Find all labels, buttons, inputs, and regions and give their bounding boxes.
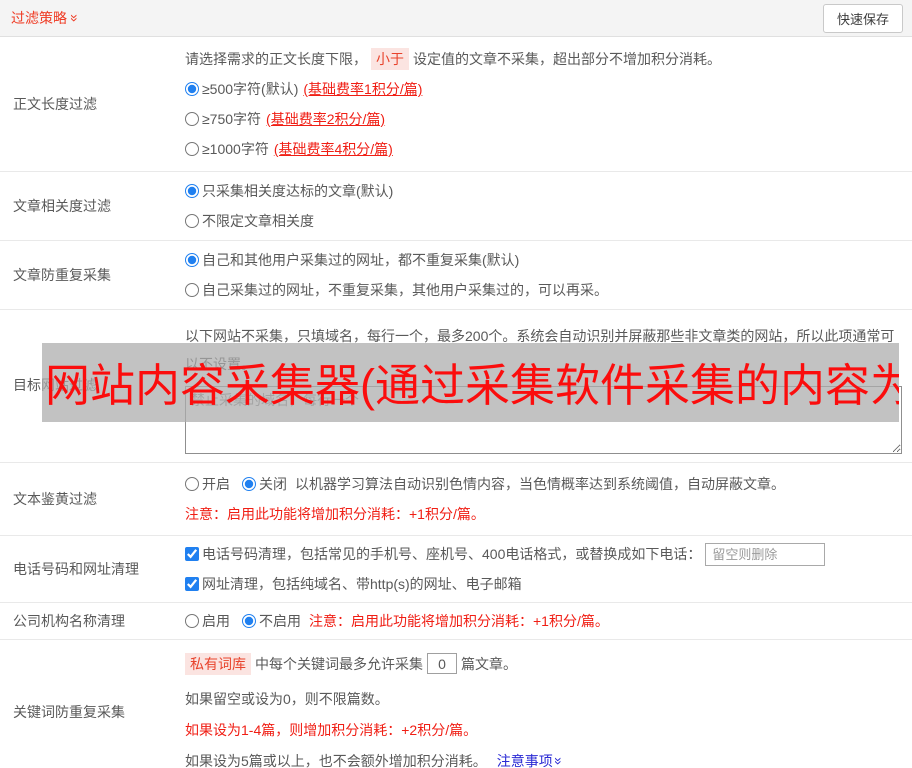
row-content-porn-filter: 开启 关闭 以机器学习算法自动识别色情内容，当色情概率达到系统阈值，自动屏蔽文章… <box>185 469 912 529</box>
radio-label-porn-off: 关闭 <box>259 476 287 492</box>
page-title-label: 过滤策略 <box>11 10 67 26</box>
row-content-company-clean: 启用 不启用 注意：启用此功能将增加积分消耗：+1积分/篇。 <box>185 606 912 636</box>
row-content-dedupe-collection: 自己和其他用户采集过的网址，都不重复采集(默认) 自己采集过的网址，不重复采集，… <box>185 245 912 305</box>
keyword-note-fee: 如果设为1-4篇，则增加积分消耗：+2积分/篇。 <box>185 721 478 738</box>
radio-label-company-on: 启用 <box>202 613 230 629</box>
fee-note-1000: (基础费率4积分/篇) <box>273 141 393 157</box>
radio-label-company-off: 不启用 <box>259 613 301 629</box>
notes-link[interactable]: 注意事项 » <box>496 751 567 768</box>
phone-clean-checkbox[interactable] <box>185 547 199 561</box>
radio-option-relevance-any[interactable]: 不限定文章相关度 <box>185 211 314 231</box>
radio-label-500: ≥500字符(默认) <box>202 81 299 97</box>
row-content-keyword-dedupe: 私有词库 中每个关键词最多允许采集 篇文章。 如果留空或设为0，则不限篇数。 如… <box>185 648 912 768</box>
radio-label-dedupe-all: 自己和其他用户采集过的网址，都不重复采集(默认) <box>202 252 520 268</box>
row-label-length-filter: 正文长度过滤 <box>13 96 97 112</box>
quick-save-button[interactable]: 快速保存 <box>822 3 903 33</box>
row-relevance-filter: 文章相关度过滤 只采集相关度达标的文章(默认) 不限定文章相关度 <box>0 172 912 241</box>
length-intro-post: 设定值的文章不采集，超出部分不增加积分消耗。 <box>413 51 721 67</box>
keyword-line1-mid: 中每个关键词最多允许采集 <box>255 655 423 672</box>
radio-relevance-any[interactable] <box>185 214 199 228</box>
page-title[interactable]: 过滤策略 » <box>11 8 83 28</box>
radio-option-porn-off[interactable]: 关闭 <box>242 474 287 494</box>
radio-porn-off[interactable] <box>242 477 256 491</box>
radio-company-off[interactable] <box>242 614 256 628</box>
row-content-target-site-filter: 以下网站不采集，只填域名，每行一个，最多200个。系统会自动识别并屏蔽那些非文章… <box>185 316 912 454</box>
row-label-keyword-dedupe: 关键词防重复采集 <box>13 704 125 720</box>
radio-company-on[interactable] <box>185 614 199 628</box>
keyword-note-five: 如果设为5篇或以上，也不会额外增加积分消耗。 <box>185 752 487 768</box>
chevron-down-icon[interactable]: » <box>67 14 83 22</box>
row-label-relevance-filter: 文章相关度过滤 <box>13 198 111 214</box>
row-length-filter: 正文长度过滤 请选择需求的正文长度下限， 小于 设定值的文章不采集，超出部分不增… <box>0 37 912 172</box>
phone-clean-label: 电话号码清理，包括常见的手机号、座机号、400电话格式，或替换成如下电话： <box>202 546 702 562</box>
row-content-length-filter: 请选择需求的正文长度下限， 小于 设定值的文章不采集，超出部分不增加积分消耗。 … <box>185 44 912 164</box>
header-bar: 过滤策略 » 快速保存 <box>0 0 912 37</box>
radio-option-dedupe-all[interactable]: 自己和其他用户采集过的网址，都不重复采集(默认) <box>185 250 519 270</box>
notes-link-label: 注意事项 <box>496 752 553 768</box>
length-option-500: ≥500字符(默认) (基础费率1积分/篇) <box>185 74 902 104</box>
porn-filter-desc: 以机器学习算法自动识别色情内容，当色情概率达到系统阈值，自动屏蔽文章。 <box>295 476 785 492</box>
link-chevron-down-icon: » <box>550 756 567 765</box>
radio-label-dedupe-self: 自己采集过的网址，不重复采集，其他用户采集过的，可以再采。 <box>202 282 608 298</box>
row-keyword-dedupe: 关键词防重复采集 私有词库 中每个关键词最多允许采集 篇文章。 如果留空或设为0… <box>0 640 912 768</box>
keyword-note-zero: 如果留空或设为0，则不限篇数。 <box>185 690 389 707</box>
radio-option-dedupe-self[interactable]: 自己采集过的网址，不重复采集，其他用户采集过的，可以再采。 <box>185 280 608 300</box>
row-label-company-clean: 公司机构名称清理 <box>13 613 125 629</box>
target-site-note: 以下网站不采集，只填域名，每行一个，最多200个。系统会自动识别并屏蔽那些非文章… <box>185 328 895 372</box>
porn-filter-warning: 注意：启用此功能将增加积分消耗：+1积分/篇。 <box>185 506 485 522</box>
private-thesaurus-badge[interactable]: 私有词库 <box>185 652 251 675</box>
url-clean-checkbox[interactable] <box>185 577 199 591</box>
checkbox-option-phone-clean[interactable]: 电话号码清理，包括常见的手机号、座机号、400电话格式，或替换成如下电话： <box>185 544 701 564</box>
radio-length-750[interactable] <box>185 112 199 126</box>
radio-relevance-strict[interactable] <box>185 184 199 198</box>
company-clean-warning: 注意：启用此功能将增加积分消耗：+1积分/篇。 <box>309 613 609 629</box>
radio-option-500[interactable]: ≥500字符(默认) <box>185 79 298 99</box>
row-target-site-filter: 目标网站过滤 以下网站不采集，只填域名，每行一个，最多200个。系统会自动识别并… <box>0 310 912 463</box>
row-label-target-site-filter: 目标网站过滤 <box>13 377 97 393</box>
length-intro-pre: 请选择需求的正文长度下限， <box>185 51 367 67</box>
checkbox-option-url-clean[interactable]: 网址清理，包括纯域名、带http(s)的网址、电子邮箱 <box>185 574 522 594</box>
radio-label-relevance-any: 不限定文章相关度 <box>202 213 314 229</box>
radio-dedupe-all[interactable] <box>185 253 199 267</box>
fee-note-750: (基础费率2积分/篇) <box>266 111 386 127</box>
radio-option-750[interactable]: ≥750字符 <box>185 109 261 129</box>
radio-option-1000[interactable]: ≥1000字符 <box>185 139 269 159</box>
row-label-porn-filter: 文本鉴黄过滤 <box>13 491 97 507</box>
keyword-line1-post: 篇文章。 <box>461 655 517 672</box>
radio-porn-on[interactable] <box>185 477 199 491</box>
filter-settings-page: 过滤策略 » 快速保存 正文长度过滤 请选择需求的正文长度下限， 小于 设定值的… <box>0 0 912 768</box>
radio-dedupe-self[interactable] <box>185 283 199 297</box>
radio-label-1000: ≥1000字符 <box>202 141 269 157</box>
phone-replace-input[interactable] <box>705 542 826 566</box>
blocked-sites-textarea[interactable] <box>185 386 902 454</box>
url-clean-label: 网址清理，包括纯域名、带http(s)的网址、电子邮箱 <box>202 576 522 592</box>
radio-length-500[interactable] <box>185 82 199 96</box>
row-content-phone-url-clean: 电话号码清理，包括常见的手机号、座机号、400电话格式，或替换成如下电话： 网址… <box>185 539 912 599</box>
radio-option-company-off[interactable]: 不启用 <box>242 611 301 631</box>
row-label-phone-url-clean: 电话号码和网址清理 <box>13 561 139 577</box>
length-intro: 请选择需求的正文长度下限， 小于 设定值的文章不采集，超出部分不增加积分消耗。 <box>185 44 902 74</box>
length-option-1000: ≥1000字符 (基础费率4积分/篇) <box>185 134 902 164</box>
length-option-750: ≥750字符 (基础费率2积分/篇) <box>185 104 902 134</box>
fee-note-500: (基础费率1积分/篇) <box>303 81 423 97</box>
radio-option-porn-on[interactable]: 开启 <box>185 474 230 494</box>
row-label-dedupe-collection: 文章防重复采集 <box>13 267 111 283</box>
radio-option-company-on[interactable]: 启用 <box>185 611 230 631</box>
row-dedupe-collection: 文章防重复采集 自己和其他用户采集过的网址，都不重复采集(默认) 自己采集过的网… <box>0 241 912 310</box>
row-content-relevance-filter: 只采集相关度达标的文章(默认) 不限定文章相关度 <box>185 176 912 236</box>
radio-label-750: ≥750字符 <box>202 111 262 127</box>
row-phone-url-clean: 电话号码和网址清理 电话号码清理，包括常见的手机号、座机号、400电话格式，或替… <box>0 536 912 603</box>
less-than-badge: 小于 <box>371 48 409 70</box>
row-porn-filter: 文本鉴黄过滤 开启 关闭 以机器学习算法自动识别色情内容，当色情概率达到系统阈值… <box>0 463 912 536</box>
row-company-clean: 公司机构名称清理 启用 不启用 注意：启用此功能将增加积分消耗：+1积分/篇。 <box>0 603 912 640</box>
radio-option-relevance-strict[interactable]: 只采集相关度达标的文章(默认) <box>185 181 393 201</box>
radio-label-porn-on: 开启 <box>202 476 230 492</box>
keyword-count-input[interactable] <box>427 653 457 674</box>
radio-label-relevance-strict: 只采集相关度达标的文章(默认) <box>202 183 394 199</box>
radio-length-1000[interactable] <box>185 142 199 156</box>
